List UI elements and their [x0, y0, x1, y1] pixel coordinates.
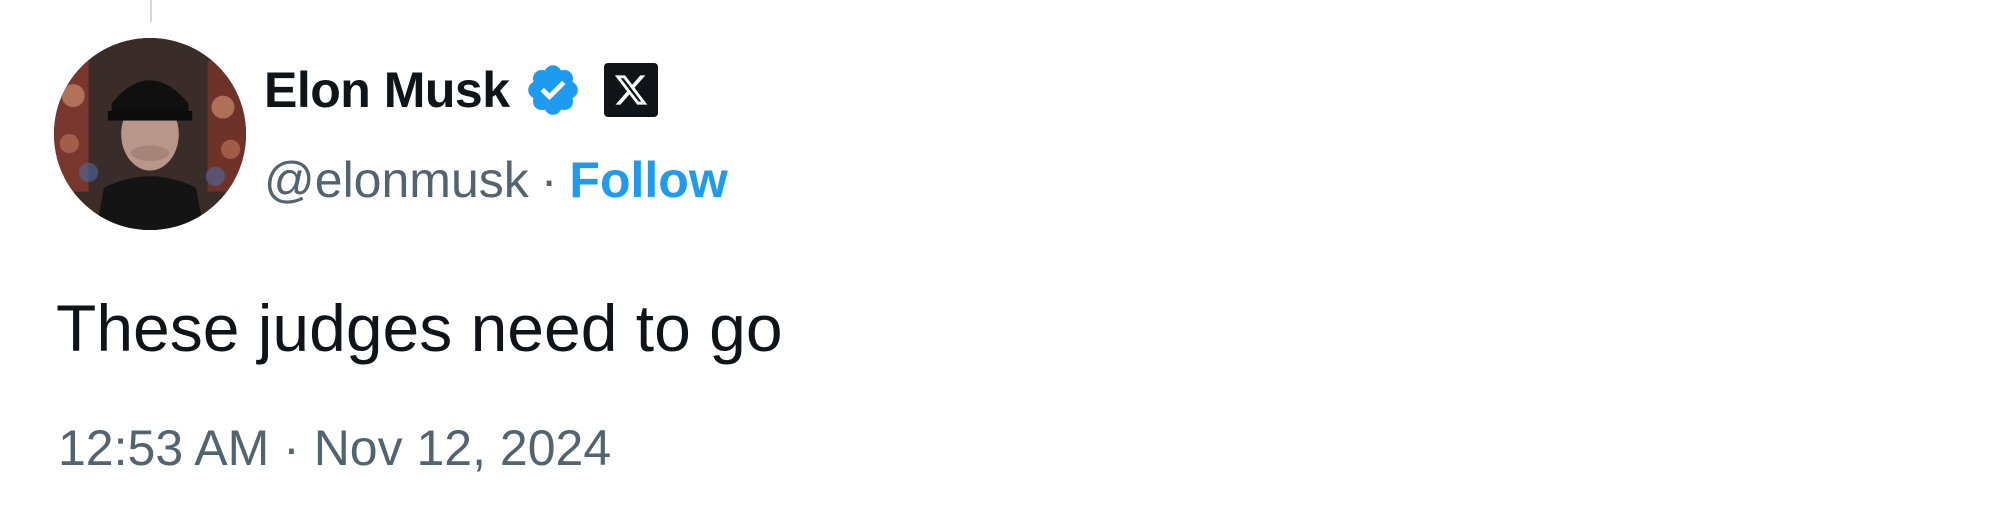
author-display-name[interactable]: Elon Musk — [264, 61, 510, 119]
tweet-card: Elon Musk @elonmusk · Follow These judge… — [0, 0, 2000, 507]
author-handle[interactable]: @elonmusk — [264, 151, 529, 209]
verified-badge-icon — [524, 61, 582, 119]
tweet-timestamp[interactable]: 12:53 AM · Nov 12, 2024 — [58, 418, 611, 478]
x-logo-icon — [603, 63, 658, 117]
author-name-row: Elon Musk — [264, 60, 658, 120]
avatar-photo — [54, 38, 246, 230]
thread-connector-line — [150, 0, 152, 22]
avatar[interactable] — [54, 38, 246, 230]
separator-dot: · — [540, 152, 558, 208]
author-handle-row: @elonmusk · Follow — [264, 150, 728, 210]
tweet-text: These judges need to go — [56, 291, 783, 365]
follow-link[interactable]: Follow — [569, 151, 727, 209]
